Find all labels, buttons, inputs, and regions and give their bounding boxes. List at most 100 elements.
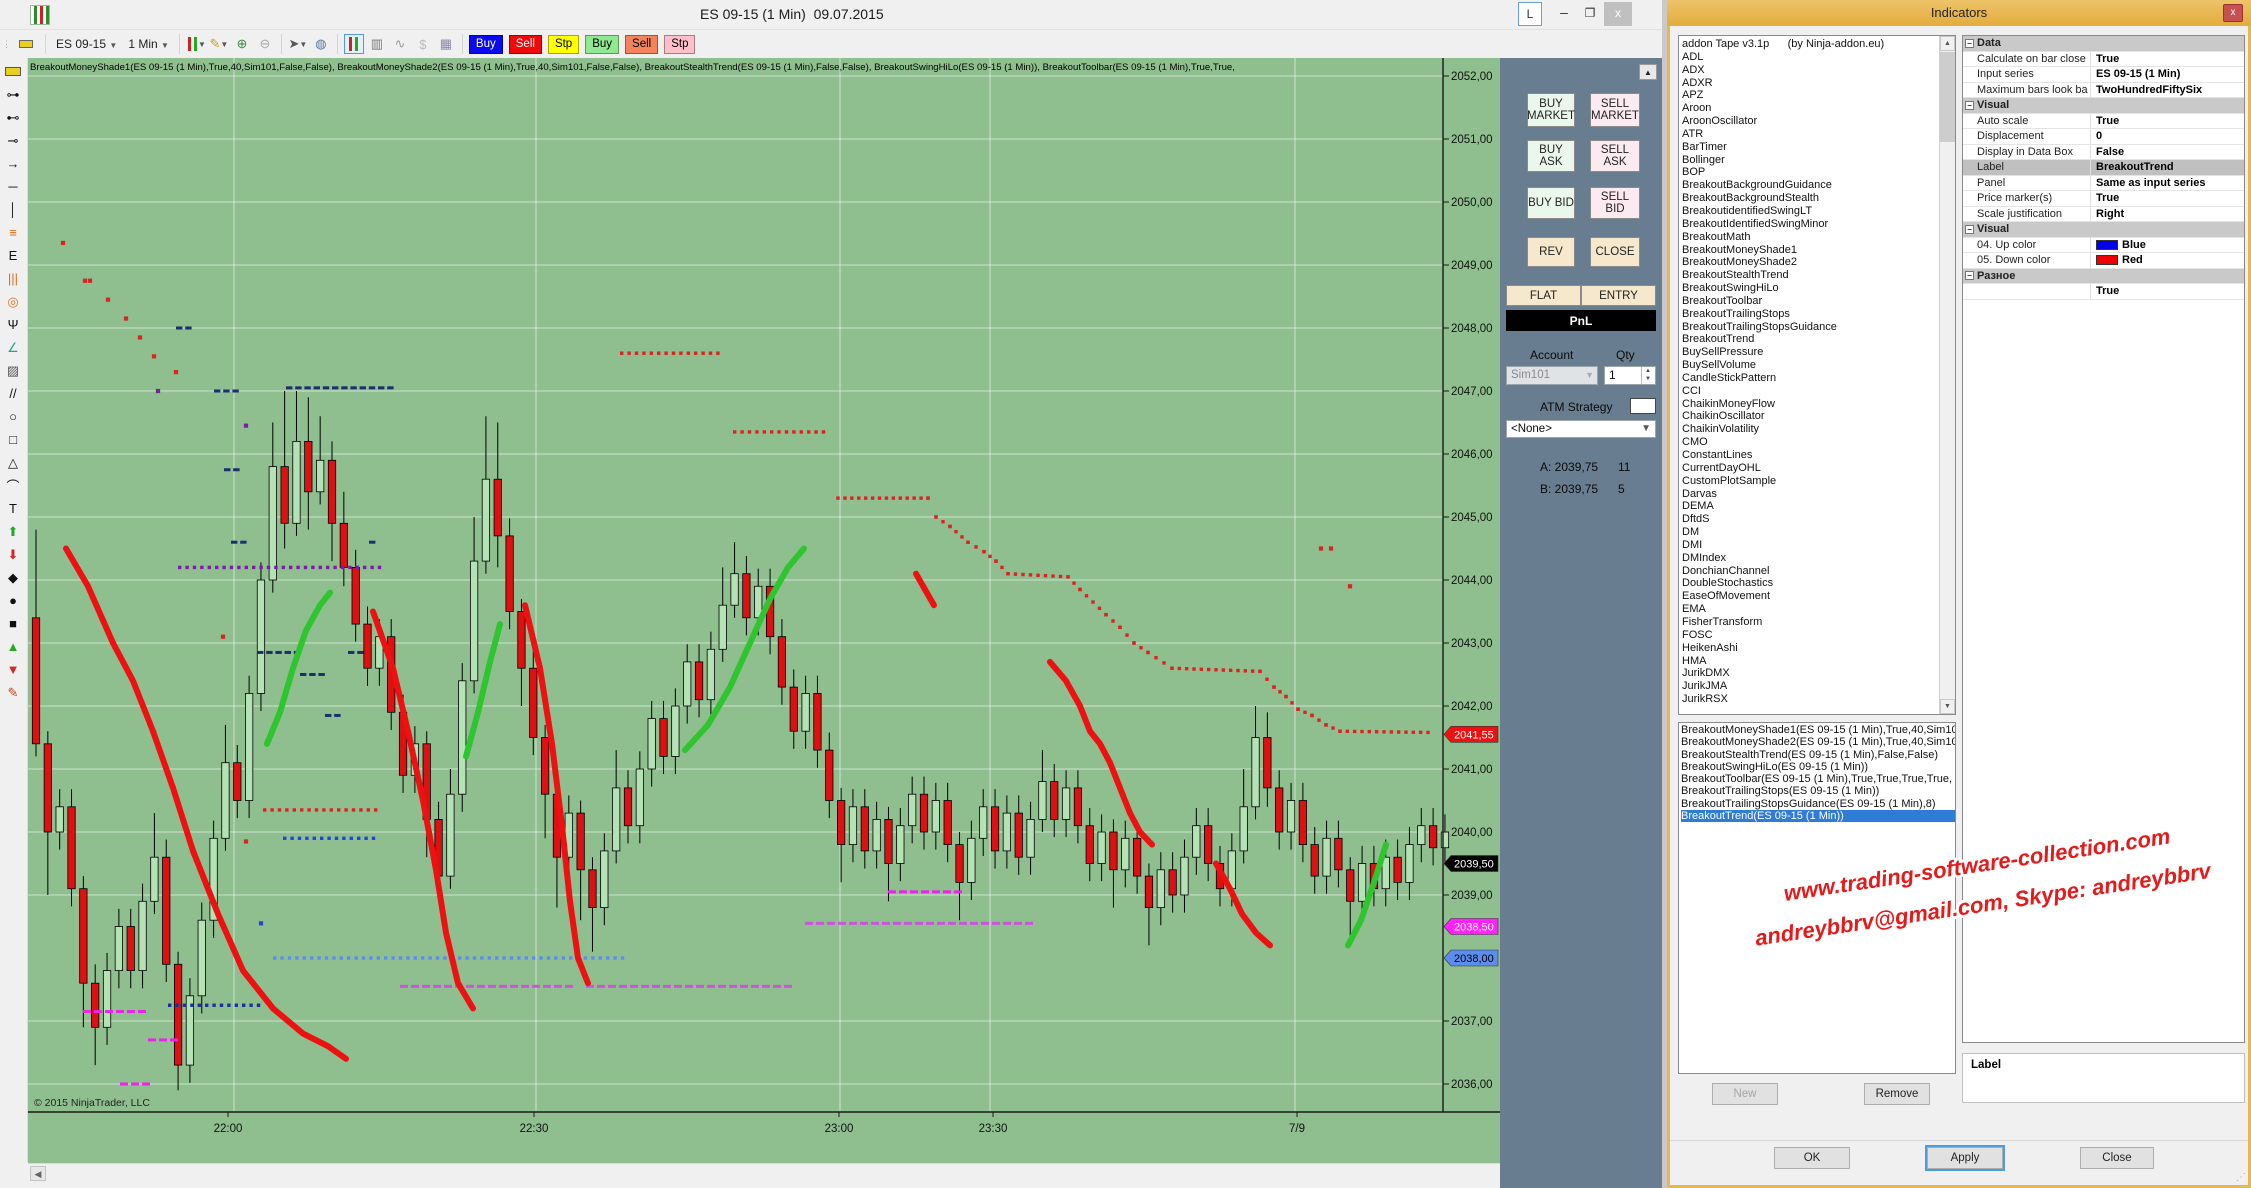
indicator-list-item[interactable]: Bollinger [1682, 154, 1955, 167]
minimize-button[interactable]: – [1552, 2, 1576, 26]
sell-bid-button[interactable]: SELL BID [1590, 187, 1640, 219]
ruler-toolbar-icon[interactable] [13, 33, 39, 56]
list-scrollbar[interactable]: ▲ ▼ [1939, 36, 1955, 714]
pencil-icon[interactable]: ✎▼ [209, 34, 229, 54]
indicator-list-item[interactable]: BreakoutIdentifiedSwingMinor [1682, 218, 1955, 231]
configured-indicator-item[interactable]: BreakoutStealthTrend(ES 09-15 (1 Min),Fa… [1681, 749, 1955, 761]
dot-icon[interactable]: ● [0, 589, 26, 612]
indicator-list-item[interactable]: BreakoutBackgroundStealth [1682, 192, 1955, 205]
indicator-list-item[interactable]: JurikJMA [1682, 680, 1955, 693]
trade-button-sell-4[interactable]: Sell [625, 35, 658, 54]
indicator-list-item[interactable]: JurikRSX [1682, 693, 1955, 706]
property-row[interactable]: 04. Up colorBlue [1963, 238, 2244, 254]
indicator-list-item[interactable]: addon Tape v3.1p (by Ninja-addon.eu) [1682, 38, 1955, 51]
atm-options-button[interactable] [1630, 398, 1656, 414]
rectangle-icon[interactable]: □ [0, 428, 26, 451]
buy-market-button[interactable]: BUY MARKET [1527, 93, 1575, 127]
property-row[interactable]: Maximum bars look baTwoHundredFiftySix [1963, 83, 2244, 99]
close-button[interactable]: Close [2080, 1147, 2154, 1169]
indicator-list-item[interactable]: BreakoutSwingHiLo [1682, 282, 1955, 295]
entry-button[interactable]: ENTRY [1581, 285, 1656, 306]
close-window-button[interactable]: x [1604, 2, 1632, 26]
indicator-list-item[interactable]: ADX [1682, 64, 1955, 77]
crosshair-icon[interactable]: ◍ [311, 34, 331, 54]
dialog-titlebar[interactable]: Indicators [1667, 0, 2251, 26]
ruler-icon[interactable] [0, 60, 26, 83]
indicator-list-item[interactable]: ConstantLines [1682, 449, 1955, 462]
property-row[interactable]: Scale justificationRight [1963, 207, 2244, 223]
arrow-down-icon[interactable]: ⬇ [0, 543, 26, 566]
indicator-list-item[interactable]: DoubleStochastics [1682, 577, 1955, 590]
spinner-icons[interactable]: ▲▼ [1641, 367, 1654, 384]
collapse-panel-button[interactable]: ▲ [1639, 64, 1657, 80]
indicator-list-item[interactable]: APZ [1682, 89, 1955, 102]
apply-button[interactable]: Apply [1927, 1147, 2003, 1169]
indicator-list-item[interactable]: ATR [1682, 128, 1955, 141]
collapse-group-icon[interactable]: − [1965, 225, 1974, 234]
property-row[interactable]: LabelBreakoutTrend [1963, 160, 2244, 176]
zoom-out-icon[interactable]: ⊖ [255, 34, 275, 54]
maximize-button[interactable]: ❐ [1578, 2, 1602, 26]
indicator-list-item[interactable]: Aroon [1682, 102, 1955, 115]
cursor-icon[interactable]: ➤▼ [288, 34, 308, 54]
text-icon[interactable]: T [0, 497, 26, 520]
indicator-list-item[interactable]: BreakoutTrend [1682, 333, 1955, 346]
trade-button-buy-0[interactable]: Buy [469, 35, 503, 54]
indicator-list-item[interactable]: DftdS [1682, 513, 1955, 526]
scroll-thumb[interactable] [1940, 52, 1955, 142]
bars-panel-icon[interactable]: ▥ [367, 34, 387, 54]
horizontal-line-icon[interactable]: ─ [0, 175, 26, 198]
atm-strategy-select[interactable]: <None>▼ [1506, 420, 1656, 438]
quantity-stepper[interactable]: 1▲▼ [1604, 366, 1656, 385]
indicator-list-item[interactable]: EMA [1682, 603, 1955, 616]
indicator-list-item[interactable]: AroonOscillator [1682, 115, 1955, 128]
indicator-list-item[interactable]: ADL [1682, 51, 1955, 64]
indicator-list-item[interactable]: JurikDMX [1682, 667, 1955, 680]
configured-indicator-item[interactable]: BreakoutTrailingStops(ES 09-15 (1 Min)) [1681, 785, 1955, 797]
configured-indicators-list[interactable]: BreakoutMoneyShade1(ES 09-15 (1 Min),Tru… [1678, 722, 1956, 1074]
trade-button-buy-3[interactable]: Buy [585, 35, 619, 54]
trade-button-stp-2[interactable]: Stp [548, 35, 579, 54]
dollar-icon[interactable]: $ [413, 34, 433, 54]
configured-indicator-item[interactable]: BreakoutMoneyShade2(ES 09-15 (1 Min),Tru… [1681, 736, 1955, 748]
indicator-list-item[interactable]: CandleStickPattern [1682, 372, 1955, 385]
brush-icon[interactable]: ✎ [0, 681, 26, 704]
square-icon[interactable]: ■ [0, 612, 26, 635]
indicator-list-item[interactable]: Darvas [1682, 488, 1955, 501]
arrow-line-icon[interactable]: → [0, 152, 26, 175]
collapse-group-icon[interactable]: − [1965, 101, 1974, 110]
indicator-list-item[interactable]: BreakoutStealthTrend [1682, 269, 1955, 282]
regression-channel-icon[interactable]: ▨ [0, 359, 26, 382]
available-indicators-list[interactable]: addon Tape v3.1p (by Ninja-addon.eu)ADLA… [1678, 35, 1956, 715]
chart-style-icon[interactable]: ▼ [186, 34, 206, 54]
diamond-icon[interactable]: ◆ [0, 566, 26, 589]
property-row[interactable]: 05. Down colorRed [1963, 253, 2244, 269]
indicator-list-item[interactable]: BreakoutTrailingStops [1682, 308, 1955, 321]
ok-button[interactable]: OK [1774, 1147, 1850, 1169]
arc-icon[interactable]: ⌒ [0, 474, 26, 497]
dialog-close-icon[interactable]: x [2223, 4, 2243, 22]
account-select[interactable]: Sim101▼ [1506, 366, 1598, 385]
fib-time-icon[interactable]: ||| [0, 267, 26, 290]
indicator-list-item[interactable]: HMA [1682, 655, 1955, 668]
configured-indicator-item[interactable]: BreakoutSwingHiLo(ES 09-15 (1 Min)) [1681, 761, 1955, 773]
line-chart-icon[interactable]: ∿ [390, 34, 410, 54]
remove-button[interactable]: Remove [1864, 1083, 1930, 1105]
property-row[interactable]: PanelSame as input series [1963, 176, 2244, 192]
indicator-list-item[interactable]: BreakoutMoneyShade2 [1682, 256, 1955, 269]
arrow-up-icon[interactable]: ⬆ [0, 520, 26, 543]
indicator-list-item[interactable]: ChaikinVolatility [1682, 423, 1955, 436]
property-group-header[interactable]: −Разное [1963, 269, 2244, 285]
property-row[interactable]: True [1963, 284, 2244, 300]
configured-indicator-item[interactable]: BreakoutTrailingStopsGuidance(ES 09-15 (… [1681, 798, 1955, 810]
vertical-line-icon[interactable]: │ [0, 198, 26, 221]
chart-horizontal-scrollbar[interactable]: ◀ [28, 1163, 1500, 1182]
indicator-list-item[interactable]: DEMA [1682, 500, 1955, 513]
indicator-list-item[interactable]: BreakoutMoneyShade1 [1682, 244, 1955, 257]
indicator-list-item[interactable]: DonchianChannel [1682, 565, 1955, 578]
property-group-header[interactable]: −Visual [1963, 222, 2244, 238]
indicator-list-item[interactable]: HeikenAshi [1682, 642, 1955, 655]
indicator-list-item[interactable]: BreakoutMath [1682, 231, 1955, 244]
indicator-list-item[interactable]: BOP [1682, 166, 1955, 179]
indicator-list-item[interactable]: BreakoutidentifiedSwingLT [1682, 205, 1955, 218]
